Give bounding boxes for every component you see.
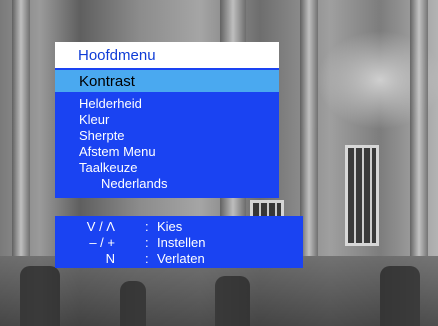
building-window (345, 145, 379, 246)
help-row-adjust: – / + : Instellen (55, 235, 303, 251)
menu-item-helderheid[interactable]: Helderheid (55, 96, 279, 112)
help-text: Instellen (157, 235, 206, 250)
language-value: Nederlands (101, 176, 168, 191)
menu-item-sherpte[interactable]: Sherpte (55, 128, 279, 144)
help-text: Verlaten (157, 251, 205, 266)
help-separator: : (145, 235, 149, 250)
pedestrian (215, 276, 250, 326)
help-row-select: V / Λ : Kies (55, 219, 303, 235)
menu-panel: Kontrast Helderheid Kleur Sherpte Afstem… (55, 68, 279, 198)
pedestrian (120, 281, 146, 326)
pedestrian (380, 266, 420, 326)
help-key: – / + (89, 235, 115, 250)
menu-title: Hoofdmenu (55, 42, 279, 68)
help-key: N (105, 251, 115, 266)
osd-main-menu: Hoofdmenu Kontrast Helderheid Kleur Sher… (55, 42, 279, 198)
help-separator: : (145, 219, 149, 234)
tv-screen: Hoofdmenu Kontrast Helderheid Kleur Sher… (0, 0, 438, 326)
menu-item-kontrast[interactable]: Kontrast (55, 70, 279, 92)
help-row-exit: N : Verlaten (55, 251, 303, 267)
pedestrian (20, 266, 60, 326)
help-separator: : (145, 251, 149, 266)
menu-item-kleur[interactable]: Kleur (55, 112, 279, 128)
menu-item-afstem-menu[interactable]: Afstem Menu (55, 144, 279, 160)
osd-help-panel: V / Λ : Kies – / + : Instellen N : Verla… (55, 216, 303, 268)
menu-item-taalkeuze[interactable]: Taalkeuze (55, 160, 279, 176)
help-key: V / Λ (86, 219, 115, 234)
help-text: Kies (157, 219, 183, 234)
